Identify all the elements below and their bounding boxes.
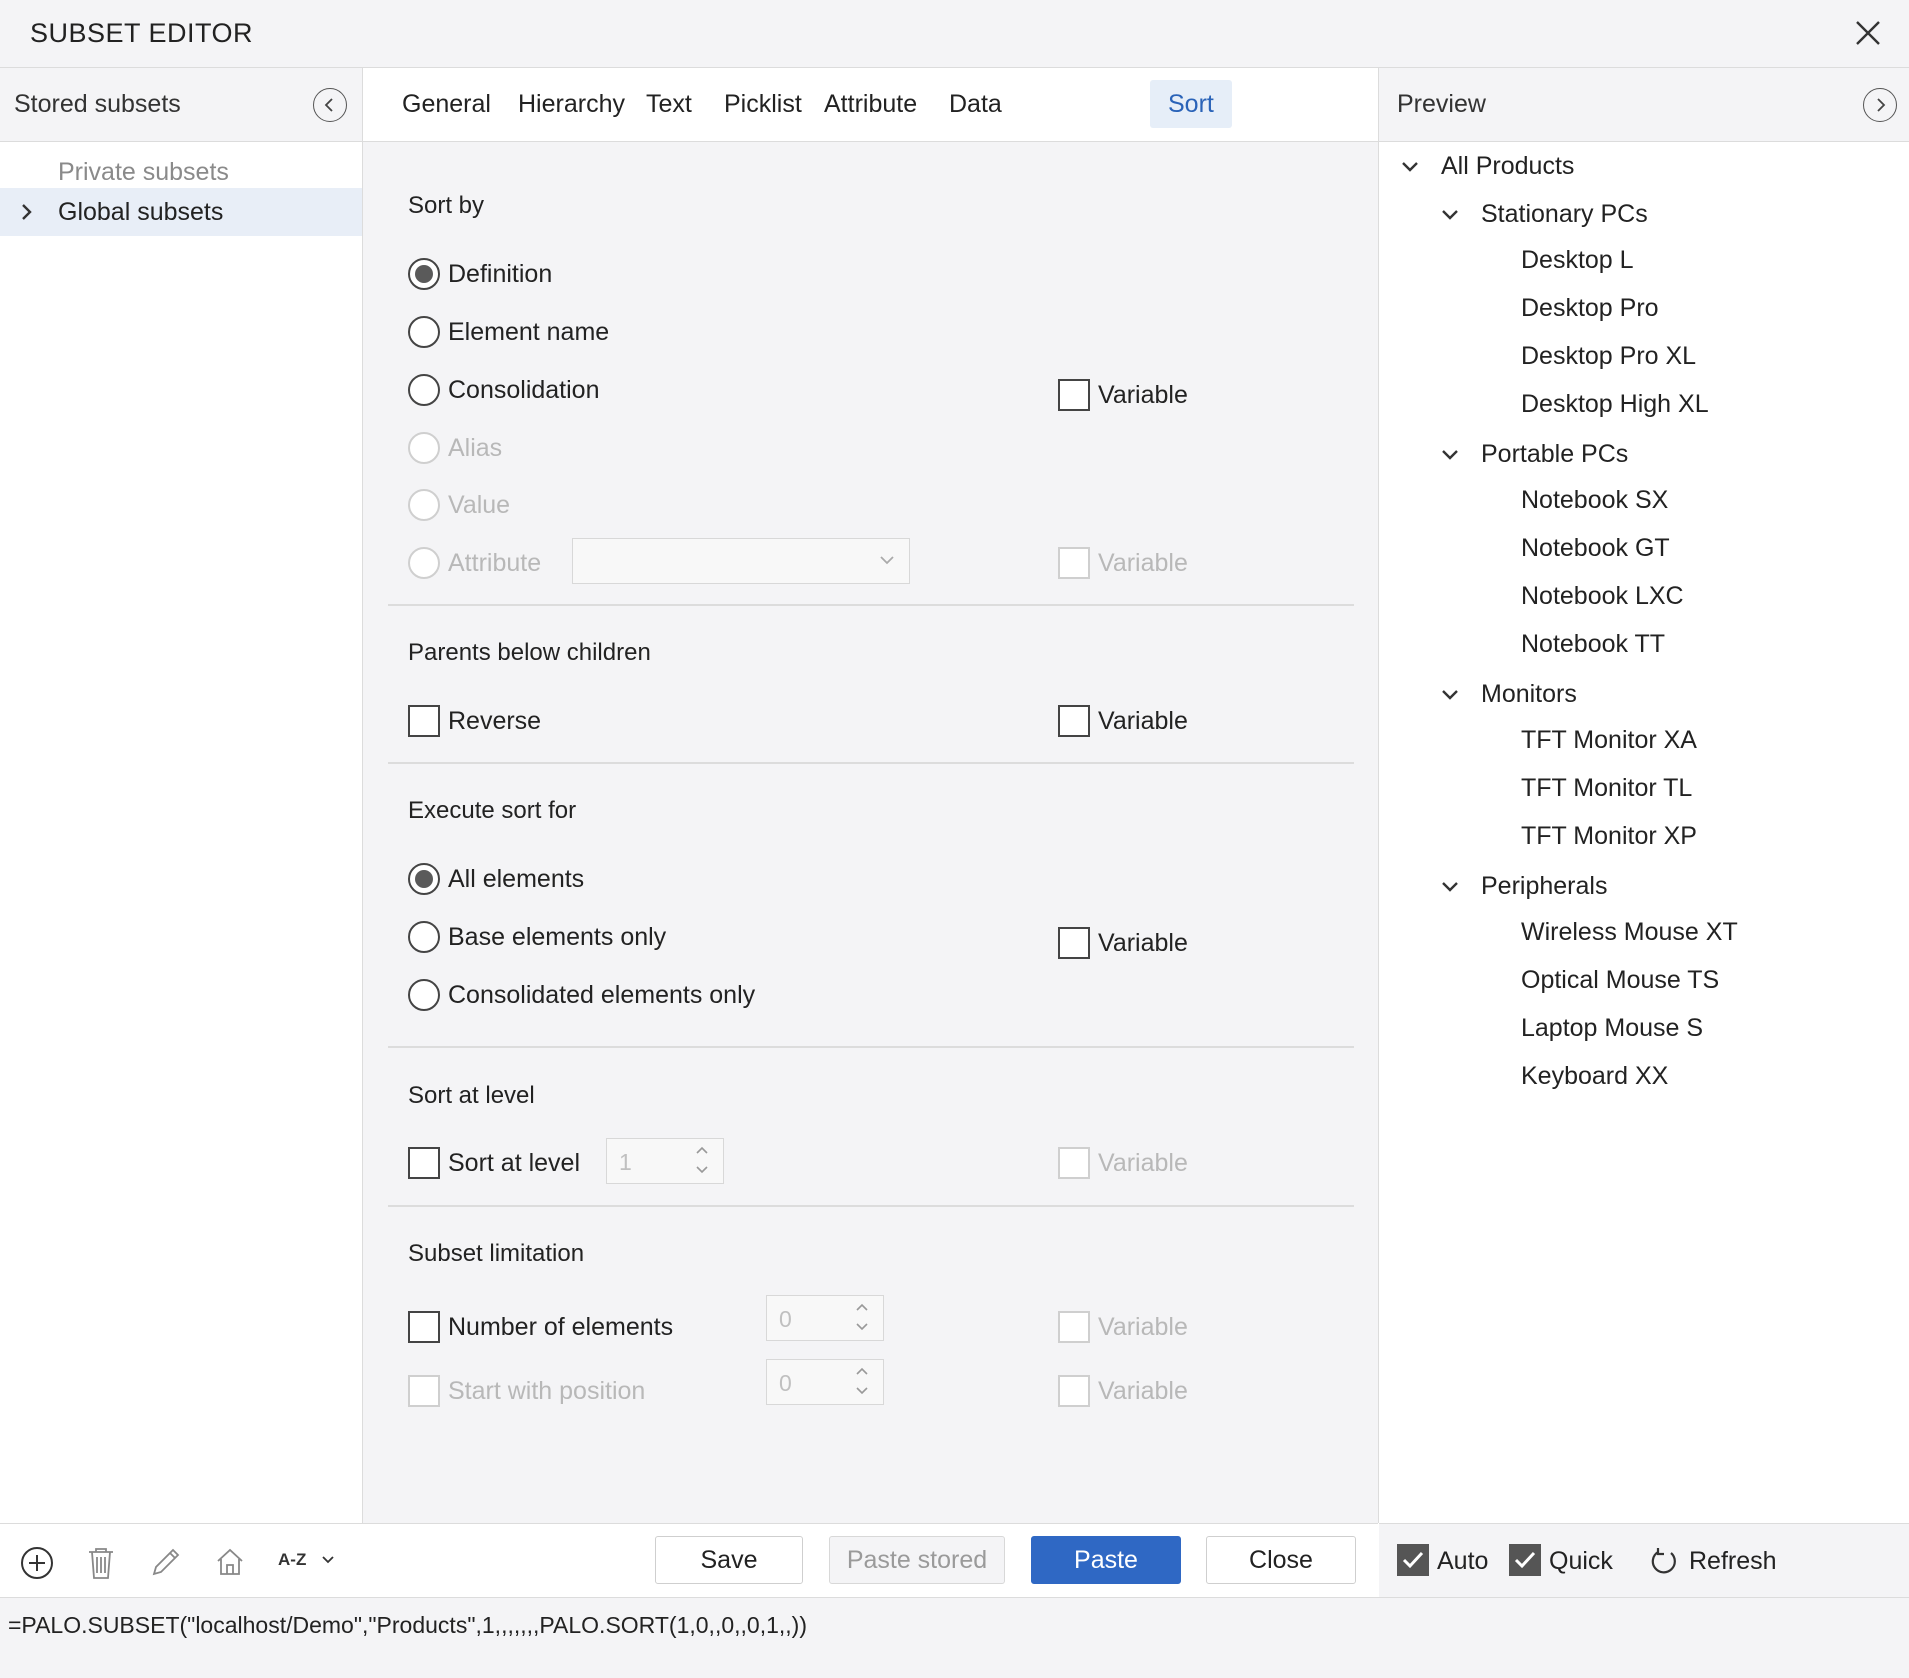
tree-leaf[interactable]: Notebook SX [1521, 486, 1668, 526]
sort-settings-pane: General Hierarchy Text Picklist Attribut… [363, 68, 1379, 1597]
tab-sort[interactable]: Sort [1150, 80, 1232, 128]
tree-leaf[interactable]: TFT Monitor TL [1521, 774, 1692, 814]
parents-below-children-title: Parents below children [408, 639, 651, 666]
save-button[interactable]: Save [655, 1536, 803, 1584]
chevron-up-icon[interactable] [855, 1366, 869, 1376]
sort-by-title: Sort by [408, 192, 485, 219]
tree-leaf[interactable]: Desktop Pro [1521, 294, 1659, 334]
refresh-icon [1651, 1548, 1676, 1574]
section-divider [388, 762, 1354, 764]
chevron-up-icon[interactable] [695, 1145, 709, 1155]
tree-leaf[interactable]: Laptop Mouse S [1521, 1014, 1703, 1054]
trash-icon[interactable] [86, 1546, 116, 1580]
sort-level-value: 1 [619, 1149, 632, 1175]
stored-subsets-pane: Stored subsets Private subsets Global su… [0, 68, 363, 1597]
stored-subsets-header: Stored subsets [0, 68, 362, 142]
chevron-down-icon [322, 1556, 334, 1564]
title-bar: SUBSET EDITOR [0, 0, 1909, 68]
chevron-left-icon [324, 98, 333, 112]
sort-order-label: A-Z [278, 1550, 307, 1569]
tab-attribute[interactable]: Attribute [806, 80, 935, 128]
chevron-down-icon[interactable] [1441, 880, 1459, 894]
tree-leaf[interactable]: Optical Mouse TS [1521, 966, 1719, 1006]
preview-title: Preview [1397, 90, 1486, 118]
tree-item-global-subsets[interactable]: Global subsets [0, 188, 362, 236]
paste-button[interactable]: Paste [1031, 1536, 1181, 1584]
tree-leaf[interactable]: Notebook LXC [1521, 582, 1684, 622]
window-title: SUBSET EDITOR [30, 18, 254, 48]
sort-order-dropdown[interactable]: A-Z [278, 1550, 335, 1570]
tree-leaf[interactable]: Notebook GT [1521, 534, 1670, 574]
tree-leaf[interactable]: Desktop Pro XL [1521, 342, 1696, 382]
chevron-up-icon[interactable] [855, 1302, 869, 1312]
paste-stored-button[interactable]: Paste stored [829, 1536, 1005, 1584]
tab-data[interactable]: Data [931, 80, 1020, 128]
tab-general[interactable]: General [384, 80, 509, 128]
check-icon [1402, 1551, 1424, 1569]
preview-header: Preview [1379, 68, 1909, 142]
section-divider [388, 604, 1354, 606]
chevron-right-icon [1877, 98, 1886, 112]
close-icon[interactable] [1851, 16, 1885, 50]
formula-bar: =PALO.SUBSET("localhost/Demo","Products"… [0, 1597, 1909, 1678]
formula-text[interactable]: =PALO.SUBSET("localhost/Demo","Products"… [8, 1612, 807, 1639]
chevron-down-icon[interactable] [855, 1322, 869, 1332]
start-position-stepper[interactable]: 0 [766, 1359, 884, 1405]
tree-item-label: Private subsets [58, 158, 229, 186]
chevron-down-icon [880, 556, 894, 565]
tree-leaf[interactable]: TFT Monitor XP [1521, 822, 1697, 862]
tree-leaf[interactable]: Keyboard XX [1521, 1062, 1668, 1102]
tree-leaf[interactable]: Wireless Mouse XT [1521, 918, 1738, 958]
preview-footer: Auto Quick Refresh [1379, 1523, 1909, 1597]
home-icon[interactable] [214, 1546, 246, 1578]
chevron-down-icon[interactable] [1441, 448, 1459, 462]
chevron-down-icon[interactable] [1401, 160, 1419, 174]
preview-pane: Preview All Products Stationary PCs Desk… [1379, 68, 1909, 1597]
tab-picklist[interactable]: Picklist [706, 80, 820, 128]
close-button[interactable]: Close [1206, 1536, 1356, 1584]
chevron-down-icon[interactable] [1441, 208, 1459, 222]
tab-bar: General Hierarchy Text Picklist Attribut… [363, 68, 1378, 142]
subset-limitation-title: Subset limitation [408, 1240, 585, 1267]
sort-level-stepper[interactable]: 1 [606, 1138, 724, 1184]
chevron-down-icon[interactable] [855, 1386, 869, 1396]
number-of-elements-stepper[interactable]: 0 [766, 1295, 884, 1341]
section-divider [388, 1046, 1354, 1048]
tab-hierarchy[interactable]: Hierarchy [500, 80, 643, 128]
attribute-select[interactable] [572, 538, 910, 584]
tree-leaf[interactable]: TFT Monitor XA [1521, 726, 1697, 766]
stored-subsets-toolbar: A-Z [0, 1523, 363, 1597]
tree-leaf[interactable]: Desktop High XL [1521, 390, 1709, 430]
sort-at-level-title: Sort at level [408, 1082, 535, 1109]
tree-leaf[interactable]: Notebook TT [1521, 630, 1665, 670]
chevron-down-icon[interactable] [695, 1165, 709, 1175]
chevron-down-icon[interactable] [1441, 688, 1459, 702]
check-icon [1514, 1551, 1536, 1569]
tree-leaf[interactable]: Desktop L [1521, 246, 1634, 286]
collapse-left-button[interactable] [313, 88, 347, 122]
number-of-elements-value: 0 [779, 1306, 792, 1332]
start-position-value: 0 [779, 1370, 792, 1396]
section-divider [388, 1205, 1354, 1207]
stored-subsets-title: Stored subsets [14, 90, 181, 118]
collapse-preview-button[interactable] [1863, 88, 1897, 122]
add-icon[interactable] [20, 1546, 54, 1580]
dialog-footer: Save Paste stored Paste Close [363, 1523, 1378, 1597]
chevron-right-icon[interactable] [20, 202, 34, 222]
pencil-icon[interactable] [150, 1546, 182, 1578]
tab-text[interactable]: Text [628, 80, 710, 128]
tree-item-label: Global subsets [58, 198, 224, 226]
execute-sort-for-title: Execute sort for [408, 797, 577, 824]
